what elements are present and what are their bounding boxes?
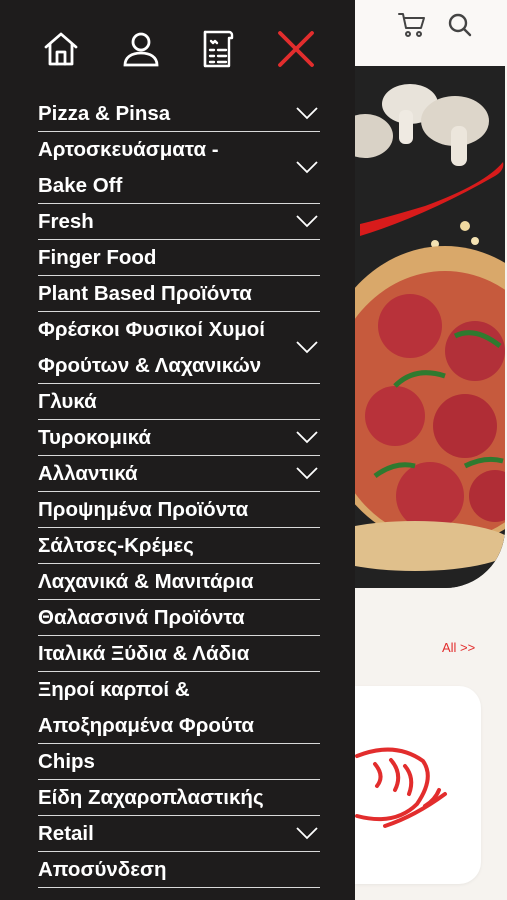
menu-item-plant-based[interactable]: Plant Based Προϊόντα [38, 276, 320, 312]
menu-item-label: Plant Based Προϊόντα [38, 281, 252, 305]
menu-item-pastry[interactable]: Είδη Ζαχαροπλαστικής [38, 780, 320, 816]
menu-item-prebaked[interactable]: Προψημένα Προϊόντα [38, 492, 320, 528]
menu-item-label: Γλυκά [38, 389, 97, 413]
navigation-drawer: Pizza & Pinsa Αρτοσκευάσματα - Bake Off … [0, 0, 355, 900]
menu-item-label: Φρέσκοι Φυσικοί Χυμοί Φρούτων & Λαχανικώ… [38, 317, 265, 377]
cart-icon[interactable] [395, 8, 429, 42]
close-icon[interactable] [275, 28, 317, 70]
menu-item-chips[interactable]: Chips [38, 744, 320, 780]
menu-item-pizza-pinsa[interactable]: Pizza & Pinsa [38, 96, 320, 132]
menu-item-cold-cuts[interactable]: Αλλαντικά [38, 456, 320, 492]
menu-item-label: Είδη Ζαχαροπλαστικής [38, 785, 264, 809]
chevron-down-icon[interactable] [296, 466, 318, 480]
menu-item-label: Αρτοσκευάσματα - Bake Off [38, 137, 219, 197]
menu-item-juices[interactable]: Φρέσκοι Φυσικοί Χυμοί Φρούτων & Λαχανικώ… [38, 312, 320, 384]
menu-item-fresh[interactable]: Fresh [38, 204, 320, 240]
menu-item-cheese[interactable]: Τυροκομικά [38, 420, 320, 456]
menu-item-logout[interactable]: Αποσύνδεση [38, 852, 320, 888]
menu-item-label: Ιταλικά Ξύδια & Λάδια [38, 641, 250, 665]
menu-item-label: Λαχανικά & Μανιτάρια [38, 569, 254, 593]
menu-item-label: Αποσύνδεση [38, 857, 167, 881]
category-menu: Pizza & Pinsa Αρτοσκευάσματα - Bake Off … [38, 96, 320, 888]
home-icon[interactable] [40, 28, 82, 70]
menu-item-label: Retail [38, 821, 94, 845]
chevron-down-icon[interactable] [296, 106, 318, 120]
chevron-down-icon[interactable] [296, 430, 318, 444]
chevron-down-icon[interactable] [296, 340, 318, 354]
menu-item-label: Chips [38, 749, 95, 773]
menu-list-icon[interactable] [196, 28, 238, 70]
bread-icon [355, 747, 447, 828]
menu-item-label: Σάλτσες-Κρέμες [38, 533, 194, 557]
menu-item-sauces[interactable]: Σάλτσες-Κρέμες [38, 528, 320, 564]
menu-item-label: Προψημένα Προϊόντα [38, 497, 249, 521]
drawer-header [0, 0, 355, 90]
category-card[interactable] [355, 686, 481, 884]
chevron-down-icon[interactable] [296, 160, 318, 174]
menu-item-label: Finger Food [38, 245, 157, 269]
chevron-down-icon[interactable] [296, 826, 318, 840]
menu-item-bake-off[interactable]: Αρτοσκευάσματα - Bake Off [38, 132, 320, 204]
hero-banner-image[interactable] [355, 66, 505, 588]
user-icon[interactable] [120, 28, 162, 70]
menu-item-nuts-dried-fruits[interactable]: Ξηροί καρποί & Αποξηραμένα Φρούτα [38, 672, 320, 744]
menu-item-seafood[interactable]: Θαλασσινά Προϊόντα [38, 600, 320, 636]
menu-item-label: Fresh [38, 209, 94, 233]
menu-item-retail[interactable]: Retail [38, 816, 320, 852]
page-header [355, 0, 507, 66]
menu-item-label: Θαλασσινά Προϊόντα [38, 605, 245, 629]
menu-item-label: Αλλαντικά [38, 461, 138, 485]
menu-item-sweets[interactable]: Γλυκά [38, 384, 320, 420]
chevron-down-icon[interactable] [296, 214, 318, 228]
menu-item-finger-food[interactable]: Finger Food [38, 240, 320, 276]
menu-item-vinegars-oils[interactable]: Ιταλικά Ξύδια & Λάδια [38, 636, 320, 672]
search-icon[interactable] [443, 8, 477, 42]
menu-item-label: Pizza & Pinsa [38, 101, 171, 125]
all-link[interactable]: All >> [442, 640, 475, 655]
menu-item-label: Ξηροί καρποί & Αποξηραμένα Φρούτα [38, 677, 255, 737]
menu-item-label: Τυροκομικά [38, 425, 152, 449]
menu-item-vegetables[interactable]: Λαχανικά & Μανιτάρια [38, 564, 320, 600]
